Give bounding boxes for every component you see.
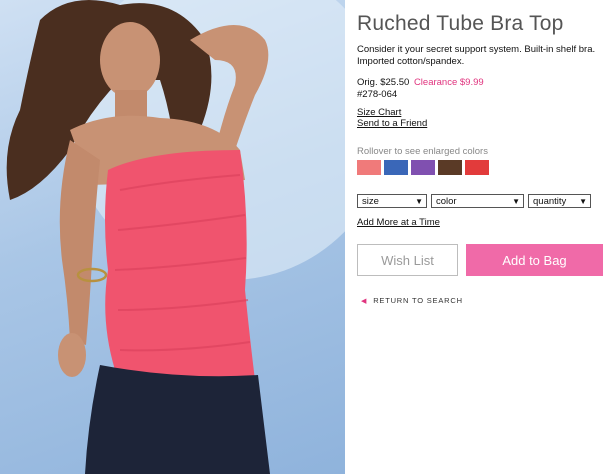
size-select[interactable]: size ▼ (357, 194, 427, 208)
color-swatches (357, 160, 489, 175)
add-more-link[interactable]: Add More at a Time (357, 217, 440, 228)
color-swatch-purple[interactable] (411, 160, 435, 175)
dropdown-arrow-icon: ▼ (415, 196, 423, 206)
dropdown-arrow-icon: ▼ (579, 196, 587, 206)
send-to-friend-link[interactable]: Send to a Friend (357, 118, 427, 129)
original-price: Orig. $25.50 (357, 77, 410, 88)
return-to-search-link[interactable]: ◀ RETURN TO SEARCH (361, 296, 463, 305)
size-chart-link[interactable]: Size Chart (357, 107, 401, 118)
model-illustration (6, 0, 345, 474)
color-swatch-blue[interactable] (384, 160, 408, 175)
rollover-hint: Rollover to see enlarged colors (357, 146, 488, 157)
color-select-value: color (436, 195, 457, 207)
product-description: Consider it your secret support system. … (357, 44, 596, 67)
add-to-bag-button[interactable]: Add to Bag (466, 244, 603, 276)
return-to-search-label: RETURN TO SEARCH (373, 296, 463, 305)
quantity-select-value: quantity (533, 195, 567, 207)
product-sku: #278-064 (357, 89, 398, 100)
size-select-value: size (362, 195, 379, 207)
product-photo (0, 0, 345, 474)
price-line: Orig. $25.50 Clearance $9.99 (357, 77, 484, 88)
triangle-left-icon: ◀ (361, 297, 368, 305)
clearance-price: Clearance $9.99 (413, 77, 484, 88)
color-swatch-coral[interactable] (357, 160, 381, 175)
product-details: Ruched Tube Bra Top Consider it your sec… (357, 0, 608, 474)
dropdown-arrow-icon: ▼ (512, 196, 520, 206)
wish-list-button[interactable]: Wish List (357, 244, 458, 276)
option-selects: size ▼ color ▼ quantity ▼ (357, 194, 591, 208)
color-swatch-brown[interactable] (438, 160, 462, 175)
quantity-select[interactable]: quantity ▼ (528, 194, 591, 208)
color-swatch-red[interactable] (465, 160, 489, 175)
product-title: Ruched Tube Bra Top (357, 12, 564, 35)
color-select[interactable]: color ▼ (431, 194, 524, 208)
